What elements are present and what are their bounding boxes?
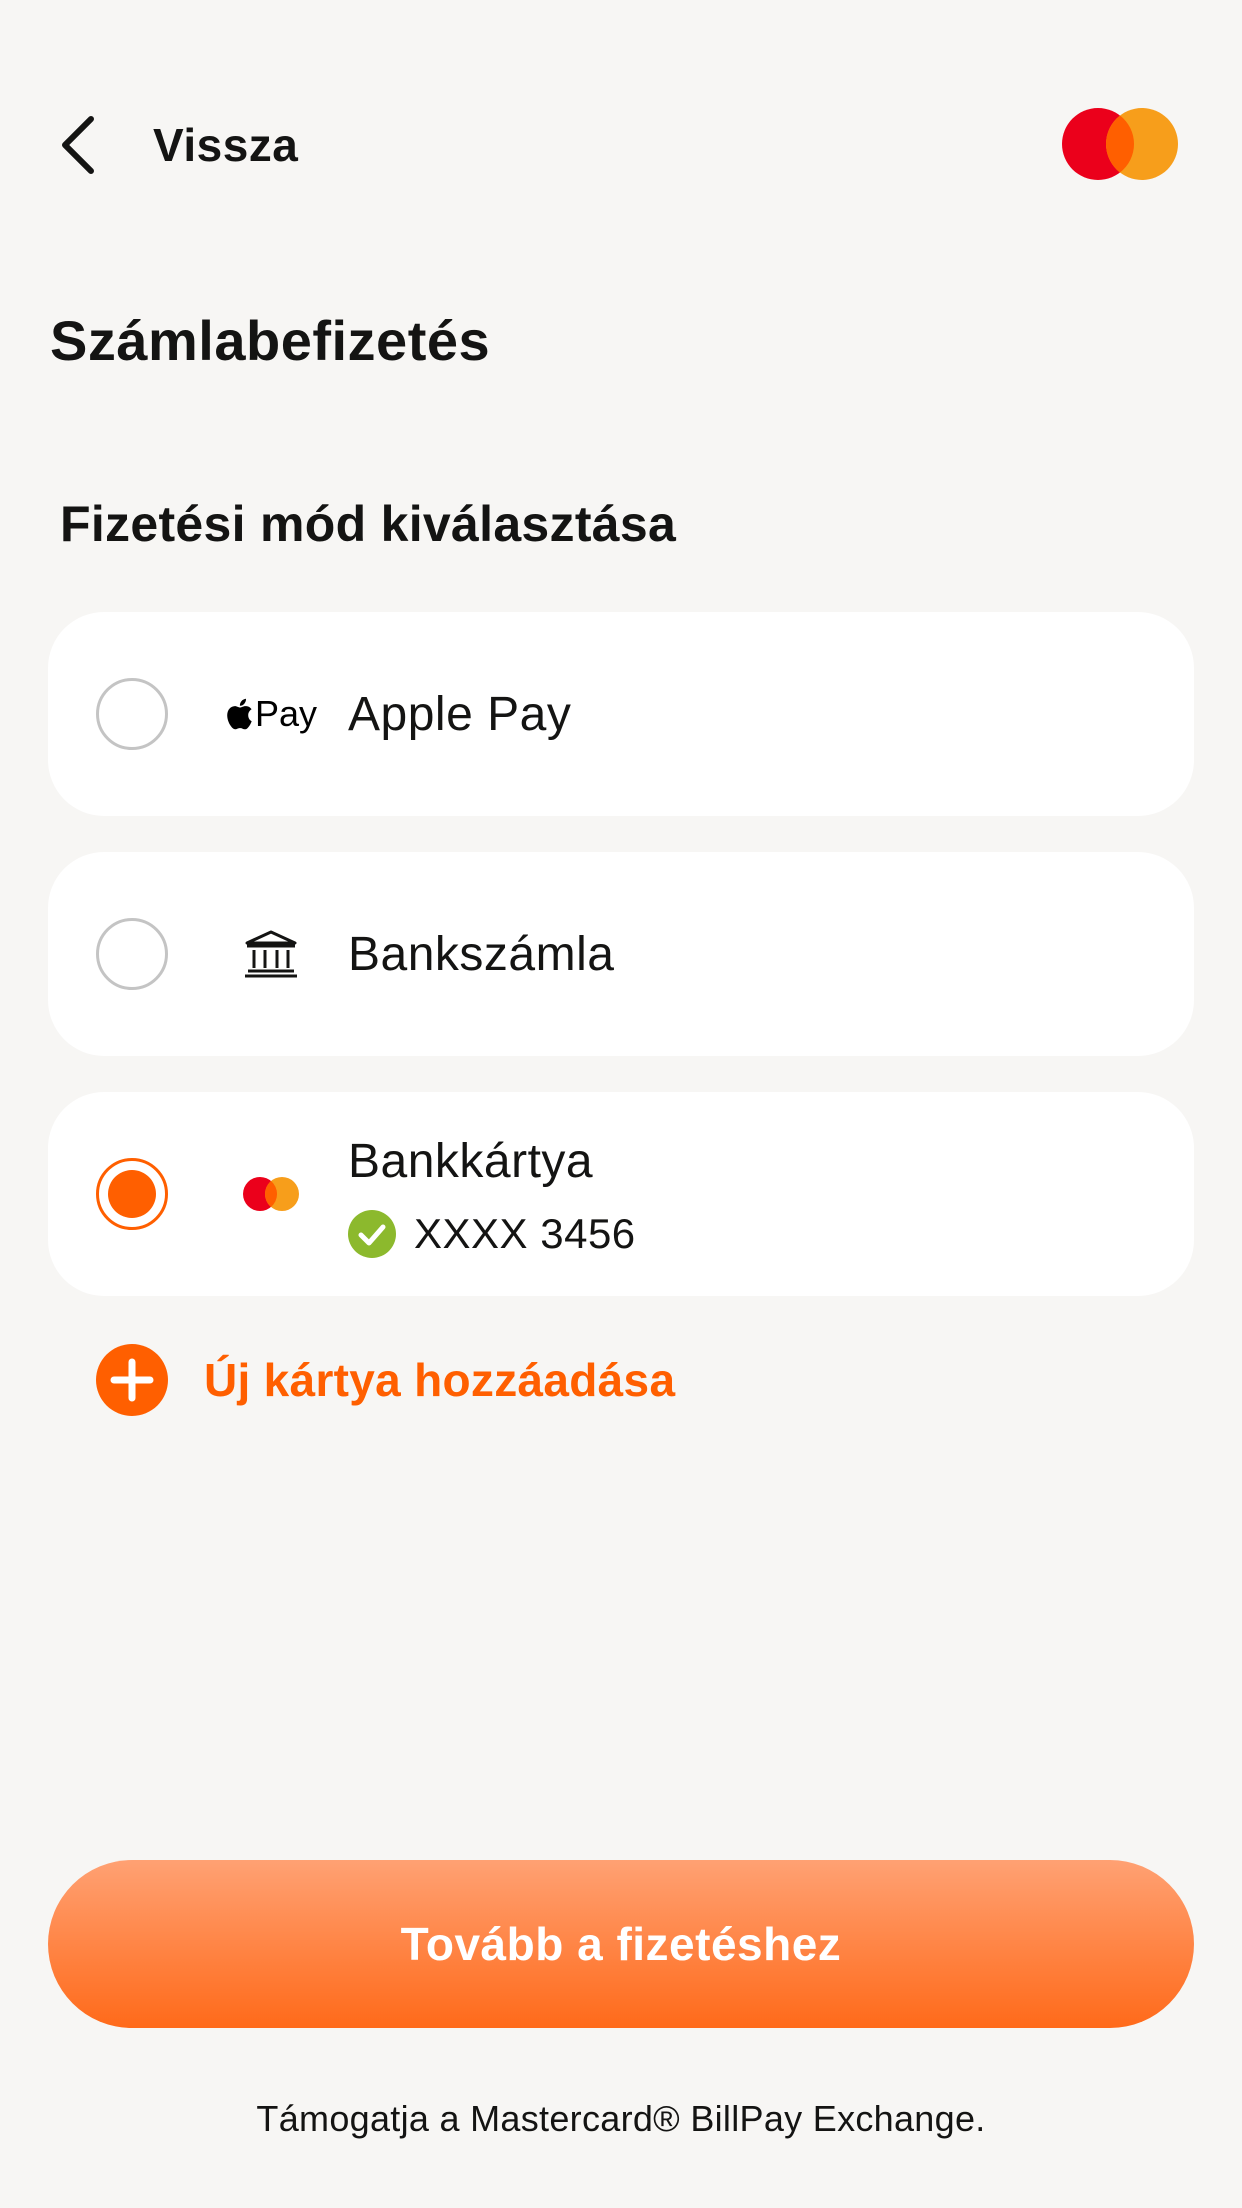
payment-method-screen: Vissza Számlabefizetés Fizetési mód kivá… [0,0,1242,2208]
plus-circle-icon [96,1344,168,1416]
add-card-label: Új kártya hozzáadása [204,1354,676,1406]
apple-pay-icon-text: Pay [254,693,318,734]
option-label-bank-card: Bankkártya [348,1135,594,1188]
payment-option-apple-pay[interactable]: Pay Apple Pay [48,612,1194,816]
page-title: Számlabefizetés [50,309,491,372]
radio-button[interactable] [96,678,168,750]
apple-pay-icon: Pay [216,674,326,754]
saved-card-row: XXXX 3456 [348,1210,636,1258]
mastercard-logo [1062,108,1178,180]
back-button[interactable]: Vissza [55,105,298,185]
check-circle-icon [348,1210,396,1258]
payment-option-bank-card[interactable]: Bankkártya XXXX 3456 [48,1092,1194,1296]
add-card-button[interactable]: Új kártya hozzáadása [96,1344,675,1416]
mastercard-icon [216,1154,326,1234]
card-number: XXXX 3456 [414,1210,636,1257]
section-title: Fizetési mód kiválasztása [60,496,677,552]
radio-dot [108,1170,156,1218]
back-label: Vissza [153,119,299,171]
payment-option-bank-account[interactable]: Bankszámla [48,852,1194,1056]
option-label-apple-pay: Apple Pay [348,687,572,741]
bank-icon [216,914,326,994]
chevron-left-icon [62,116,94,174]
radio-button[interactable] [96,918,168,990]
option-label-bank-account: Bankszámla [348,927,615,981]
footer-note: Támogatja a Mastercard® BillPay Exchange… [256,2098,986,2139]
continue-to-payment-button[interactable]: Tovább a fizetéshez [48,1860,1194,2028]
radio-button-selected[interactable] [96,1158,168,1230]
apple-logo-icon [227,698,252,730]
